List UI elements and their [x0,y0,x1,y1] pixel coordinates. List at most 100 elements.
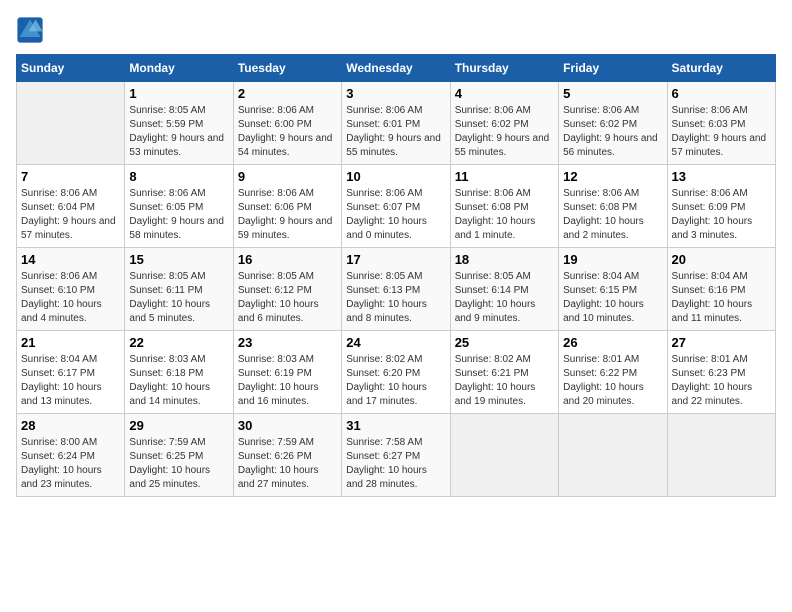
day-number: 16 [238,252,337,267]
day-info: Sunrise: 8:06 AMSunset: 6:02 PMDaylight:… [563,104,662,160]
calendar-table: SundayMondayTuesdayWednesdayThursdayFrid… [16,54,776,497]
day-number: 27 [672,335,771,350]
calendar-cell: 25 Sunrise: 8:02 AMSunset: 6:21 PMDayligh… [450,331,558,414]
day-info: Sunrise: 7:59 AMSunset: 6:25 PMDaylight:… [129,436,228,492]
calendar-cell: 3 Sunrise: 8:06 AMSunset: 6:01 PMDaylight… [342,82,450,165]
day-number: 14 [21,252,120,267]
day-number: 7 [21,169,120,184]
day-info: Sunrise: 8:01 AMSunset: 6:23 PMDaylight:… [672,353,771,409]
calendar-header-row: SundayMondayTuesdayWednesdayThursdayFrid… [17,55,776,82]
day-info: Sunrise: 8:05 AMSunset: 6:11 PMDaylight:… [129,270,228,326]
day-info: Sunrise: 8:03 AMSunset: 6:18 PMDaylight:… [129,353,228,409]
calendar-cell: 12 Sunrise: 8:06 AMSunset: 6:08 PMDayligh… [559,165,667,248]
page-header [16,16,776,44]
day-info: Sunrise: 8:06 AMSunset: 6:05 PMDaylight:… [129,187,228,243]
col-header-wednesday: Wednesday [342,55,450,82]
day-number: 18 [455,252,554,267]
day-number: 12 [563,169,662,184]
day-number: 22 [129,335,228,350]
calendar-cell: 23 Sunrise: 8:03 AMSunset: 6:19 PMDayligh… [233,331,341,414]
calendar-cell: 11 Sunrise: 8:06 AMSunset: 6:08 PMDayligh… [450,165,558,248]
day-info: Sunrise: 7:58 AMSunset: 6:27 PMDaylight:… [346,436,445,492]
calendar-cell: 10Sunrise: 8:06 AMSunset: 6:07 PMDayligh… [342,165,450,248]
day-info: Sunrise: 8:06 AMSunset: 6:03 PMDaylight:… [672,104,771,160]
day-info: Sunrise: 8:05 AMSunset: 6:13 PMDaylight:… [346,270,445,326]
day-number: 26 [563,335,662,350]
day-number: 6 [672,86,771,101]
day-number: 2 [238,86,337,101]
day-number: 29 [129,418,228,433]
day-info: Sunrise: 8:00 AMSunset: 6:24 PMDaylight:… [21,436,120,492]
day-number: 13 [672,169,771,184]
calendar-cell [17,82,125,165]
calendar-cell: 27 Sunrise: 8:01 AMSunset: 6:23 PMDayligh… [667,331,775,414]
day-info: Sunrise: 8:04 AMSunset: 6:15 PMDaylight:… [563,270,662,326]
day-number: 8 [129,169,228,184]
day-number: 31 [346,418,445,433]
day-number: 15 [129,252,228,267]
calendar-cell [450,414,558,497]
col-header-thursday: Thursday [450,55,558,82]
day-number: 30 [238,418,337,433]
day-info: Sunrise: 7:59 AMSunset: 6:26 PMDaylight:… [238,436,337,492]
day-info: Sunrise: 8:02 AMSunset: 6:20 PMDaylight:… [346,353,445,409]
calendar-cell: 17 Sunrise: 8:05 AMSunset: 6:13 PMDayligh… [342,248,450,331]
week-row-4: 21 Sunrise: 8:04 AMSunset: 6:17 PMDayligh… [17,331,776,414]
day-info: Sunrise: 8:06 AMSunset: 6:10 PMDaylight:… [21,270,120,326]
calendar-cell: 15 Sunrise: 8:05 AMSunset: 6:11 PMDayligh… [125,248,233,331]
day-info: Sunrise: 8:06 AMSunset: 6:08 PMDaylight:… [455,187,554,243]
day-info: Sunrise: 8:06 AMSunset: 6:08 PMDaylight:… [563,187,662,243]
day-number: 17 [346,252,445,267]
calendar-cell: 22 Sunrise: 8:03 AMSunset: 6:18 PMDayligh… [125,331,233,414]
calendar-cell: 24 Sunrise: 8:02 AMSunset: 6:20 PMDayligh… [342,331,450,414]
logo-icon [16,16,44,44]
col-header-saturday: Saturday [667,55,775,82]
day-info: Sunrise: 8:02 AMSunset: 6:21 PMDaylight:… [455,353,554,409]
calendar-cell: 4 Sunrise: 8:06 AMSunset: 6:02 PMDaylight… [450,82,558,165]
day-number: 3 [346,86,445,101]
calendar-cell: 28Sunrise: 8:00 AMSunset: 6:24 PMDayligh… [17,414,125,497]
calendar-cell: 21 Sunrise: 8:04 AMSunset: 6:17 PMDayligh… [17,331,125,414]
day-number: 11 [455,169,554,184]
calendar-cell: 2 Sunrise: 8:06 AMSunset: 6:00 PMDaylight… [233,82,341,165]
day-info: Sunrise: 8:03 AMSunset: 6:19 PMDaylight:… [238,353,337,409]
calendar-cell: 6 Sunrise: 8:06 AMSunset: 6:03 PMDaylight… [667,82,775,165]
day-info: Sunrise: 8:06 AMSunset: 6:00 PMDaylight:… [238,104,337,160]
col-header-tuesday: Tuesday [233,55,341,82]
calendar-cell: 16 Sunrise: 8:05 AMSunset: 6:12 PMDayligh… [233,248,341,331]
day-info: Sunrise: 8:04 AMSunset: 6:17 PMDaylight:… [21,353,120,409]
calendar-cell: 18Sunrise: 8:05 AMSunset: 6:14 PMDayligh… [450,248,558,331]
day-number: 25 [455,335,554,350]
day-number: 19 [563,252,662,267]
week-row-3: 14 Sunrise: 8:06 AMSunset: 6:10 PMDayligh… [17,248,776,331]
day-info: Sunrise: 8:06 AMSunset: 6:09 PMDaylight:… [672,187,771,243]
col-header-sunday: Sunday [17,55,125,82]
week-row-2: 7 Sunrise: 8:06 AMSunset: 6:04 PMDaylight… [17,165,776,248]
week-row-1: 1Sunrise: 8:05 AMSunset: 5:59 PMDaylight… [17,82,776,165]
calendar-cell: 31 Sunrise: 7:58 AMSunset: 6:27 PMDayligh… [342,414,450,497]
day-info: Sunrise: 8:06 AMSunset: 6:07 PMDaylight:… [346,187,445,243]
calendar-cell: 7 Sunrise: 8:06 AMSunset: 6:04 PMDaylight… [17,165,125,248]
day-info: Sunrise: 8:06 AMSunset: 6:02 PMDaylight:… [455,104,554,160]
day-number: 4 [455,86,554,101]
week-row-5: 28Sunrise: 8:00 AMSunset: 6:24 PMDayligh… [17,414,776,497]
day-info: Sunrise: 8:05 AMSunset: 6:12 PMDaylight:… [238,270,337,326]
day-number: 23 [238,335,337,350]
calendar-cell: 20Sunrise: 8:04 AMSunset: 6:16 PMDayligh… [667,248,775,331]
calendar-cell [559,414,667,497]
calendar-cell: 26 Sunrise: 8:01 AMSunset: 6:22 PMDayligh… [559,331,667,414]
day-number: 21 [21,335,120,350]
col-header-monday: Monday [125,55,233,82]
calendar-cell: 8 Sunrise: 8:06 AMSunset: 6:05 PMDaylight… [125,165,233,248]
day-number: 20 [672,252,771,267]
calendar-cell: 29 Sunrise: 7:59 AMSunset: 6:25 PMDayligh… [125,414,233,497]
day-number: 24 [346,335,445,350]
day-info: Sunrise: 8:05 AMSunset: 5:59 PMDaylight:… [129,104,228,160]
day-info: Sunrise: 8:06 AMSunset: 6:01 PMDaylight:… [346,104,445,160]
logo [16,16,48,44]
col-header-friday: Friday [559,55,667,82]
day-info: Sunrise: 8:06 AMSunset: 6:04 PMDaylight:… [21,187,120,243]
calendar-cell: 14 Sunrise: 8:06 AMSunset: 6:10 PMDayligh… [17,248,125,331]
day-info: Sunrise: 8:01 AMSunset: 6:22 PMDaylight:… [563,353,662,409]
calendar-cell: 19 Sunrise: 8:04 AMSunset: 6:15 PMDayligh… [559,248,667,331]
